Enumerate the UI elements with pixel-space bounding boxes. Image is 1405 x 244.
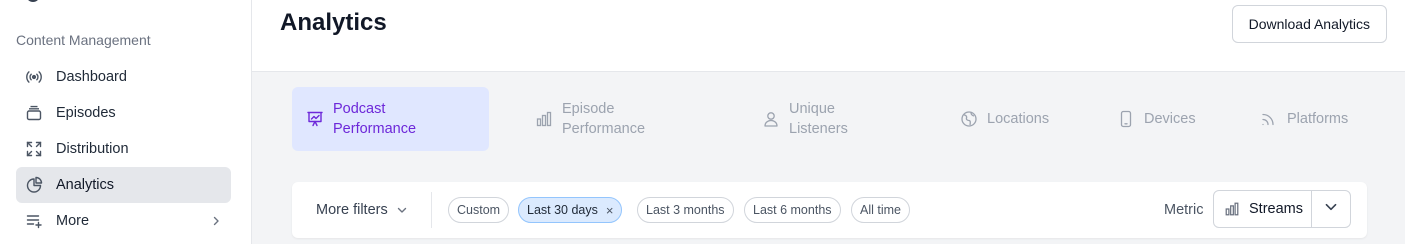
pill-label: Last 30 days [527, 203, 598, 217]
metric-dropdown-toggle[interactable] [1312, 191, 1350, 227]
pill-label: Custom [457, 203, 501, 217]
divider [431, 192, 432, 228]
page-title: Analytics [280, 9, 387, 36]
bar-chart-icon [535, 110, 553, 128]
stack-icon [25, 104, 43, 122]
tab-devices[interactable]: Devices [1117, 87, 1227, 151]
presentation-chart-icon [306, 110, 324, 128]
tab-podcast-performance[interactable]: Podcast Performance [292, 87, 489, 151]
sidebar-item-dashboard[interactable]: Dashboard [16, 59, 231, 95]
sidebar-item-label: More [56, 213, 90, 229]
sidebar-item-analytics[interactable]: Analytics [16, 167, 231, 203]
tab-label: Unique Listeners [789, 101, 848, 137]
sidebar-item-label: Dashboard [56, 69, 127, 85]
broadcast-icon [25, 68, 43, 86]
expand-icon [25, 140, 43, 158]
page-header: Analytics Download Analytics [252, 0, 1405, 72]
list-plus-icon [25, 212, 43, 230]
sidebar-item-episodes[interactable]: Episodes [16, 95, 231, 131]
chevron-down-icon [395, 203, 409, 217]
date-range-custom[interactable]: Custom [448, 197, 510, 223]
sidebar-nav: Dashboard Episodes Distribution Analytic… [16, 59, 231, 239]
tab-label: Devices [1144, 111, 1196, 127]
sidebar: Content Management Dashboard Episodes Di… [0, 0, 252, 244]
sidebar-item-label: Analytics [56, 177, 115, 193]
user-icon [762, 110, 780, 128]
pie-chart-icon [25, 176, 43, 194]
sidebar-item-label: Episodes [56, 105, 116, 121]
sidebar-item-more[interactable]: More [16, 203, 231, 239]
filter-bar: More filters Custom Last 30 days × Last … [292, 182, 1367, 238]
sidebar-item-label: Distribution [56, 141, 129, 157]
download-analytics-button[interactable]: Download Analytics [1231, 5, 1387, 43]
analytics-content: Podcast Performance Episode Performance … [252, 72, 1405, 244]
analytics-tabs: Podcast Performance Episode Performance … [292, 87, 1367, 151]
tab-platforms[interactable]: Platforms [1260, 87, 1367, 151]
date-range-last-30-days[interactable]: Last 30 days × [518, 197, 623, 223]
tab-label: Episode Performance [562, 101, 646, 137]
pill-label: Last 3 months [646, 203, 725, 217]
chevron-down-icon [1323, 199, 1339, 220]
phone-icon [1117, 110, 1135, 128]
rss-icon [1260, 110, 1278, 128]
tab-unique-listeners[interactable]: Unique Listeners [762, 87, 892, 151]
metric-value: Streams [1249, 201, 1303, 217]
metric-select[interactable]: Streams [1213, 190, 1351, 228]
date-range-last-3-months[interactable]: Last 3 months [637, 197, 734, 223]
metric-label: Metric [1164, 202, 1204, 218]
tab-locations[interactable]: Locations [960, 87, 1080, 151]
tab-episode-performance[interactable]: Episode Performance [535, 87, 685, 151]
date-range-all-time[interactable]: All time [851, 197, 910, 223]
logo-icon [26, 0, 40, 2]
tab-label: Podcast Performance [333, 101, 417, 137]
globe-icon [960, 110, 978, 128]
sidebar-section-label: Content Management [16, 32, 151, 48]
close-icon[interactable]: × [606, 203, 614, 218]
more-filters-label: More filters [316, 202, 388, 218]
date-range-last-6-months[interactable]: Last 6 months [744, 197, 841, 223]
chevron-right-icon [209, 214, 223, 228]
more-filters-dropdown[interactable]: More filters [316, 182, 409, 238]
bar-chart-icon [1224, 201, 1240, 217]
tab-label: Platforms [1287, 111, 1349, 127]
metric-select-value[interactable]: Streams [1214, 191, 1312, 227]
sidebar-item-distribution[interactable]: Distribution [16, 131, 231, 167]
pill-label: All time [860, 203, 901, 217]
tab-label: Locations [987, 111, 1050, 127]
pill-label: Last 6 months [753, 203, 832, 217]
